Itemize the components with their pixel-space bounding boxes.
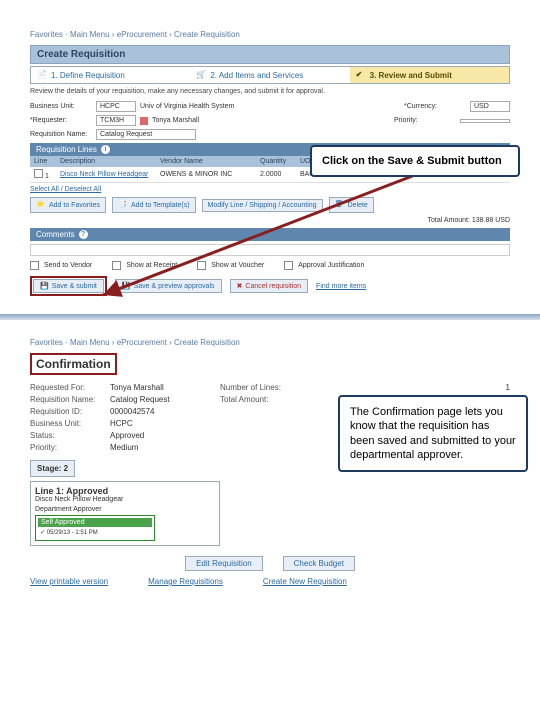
- line-title: Line 1: Approved: [35, 486, 215, 496]
- step-icon: 🛒: [196, 70, 206, 80]
- modify-line-button[interactable]: Modify Line / Shipping / Accounting: [202, 199, 323, 212]
- view-printable-link[interactable]: View printable version: [30, 577, 108, 586]
- show-receipt-label: Show at Receipt: [126, 262, 177, 269]
- add-template-button[interactable]: 📑Add to Template(s): [112, 197, 196, 213]
- save-preview-button[interactable]: 💾Save & preview approvals: [115, 279, 222, 293]
- total-label-b: Total Amount:: [220, 395, 310, 404]
- lookup-icon[interactable]: [140, 117, 148, 125]
- step-icon: 📄: [37, 70, 47, 80]
- reqname-label: Requisition Name:: [30, 131, 92, 138]
- priority-label-b: Priority:: [30, 443, 110, 452]
- vendor-name: OWENS & MINOR INC: [156, 169, 256, 180]
- show-voucher-label: Show at Voucher: [211, 262, 264, 269]
- status-label: Status:: [30, 431, 110, 440]
- row-checkbox[interactable]: [34, 169, 43, 178]
- bu-label: Business Unit:: [30, 103, 92, 110]
- bu-value: HCPC: [96, 101, 136, 112]
- page-title: Create Requisition: [30, 45, 510, 64]
- callout-confirmation: The Confirmation page lets you know that…: [338, 395, 528, 472]
- bu-desc: Univ of Virginia Health System: [140, 103, 234, 110]
- priority-select[interactable]: [460, 119, 510, 123]
- item-description[interactable]: Disco Neck Pillow Headgear: [56, 169, 156, 180]
- line-subtitle: Disco Neck Pillow Headgear: [35, 496, 215, 503]
- requester-name: Tonya Marshall: [152, 117, 199, 124]
- instruction-text: Review the details of your requisition, …: [30, 88, 510, 95]
- cancel-requisition-button[interactable]: ✖Cancel requisition: [230, 279, 309, 293]
- step-define[interactable]: 📄1. Define Requisition: [31, 67, 190, 83]
- requester-label: *Requester:: [30, 117, 92, 124]
- comments-header: Comments ?: [30, 228, 510, 241]
- trash-icon: 🗑: [335, 200, 345, 210]
- cancel-icon: ✖: [237, 282, 243, 290]
- callout-save-submit: Click on the Save & Submit button: [310, 145, 520, 177]
- comments-textarea[interactable]: [30, 244, 510, 256]
- edit-requisition-button[interactable]: Edit Requisition: [185, 556, 263, 571]
- total-label: Total Amount:: [427, 217, 469, 224]
- breadcrumb-bottom: Favorites · Main Menu › eProcurement › C…: [30, 338, 510, 347]
- stage-label: Stage: 2: [30, 460, 75, 477]
- req-id-label: Requisition ID:: [30, 407, 110, 416]
- save-icon: 💾: [40, 282, 49, 290]
- add-favorites-button[interactable]: ⭐Add to Favorites: [30, 197, 106, 213]
- currency-label: *Currency:: [404, 103, 466, 110]
- save-submit-button[interactable]: 💾Save & submit: [33, 279, 104, 293]
- bu-label-b: Business Unit:: [30, 419, 110, 428]
- step-icon: ✔: [356, 70, 366, 80]
- requester-value[interactable]: TCM3H: [96, 115, 136, 126]
- approval-checkbox[interactable]: [284, 261, 293, 270]
- bu-value-b: HCPC: [110, 419, 220, 428]
- num-lines-label: Number of Lines:: [220, 383, 310, 392]
- req-for-label: Requested For:: [30, 383, 110, 392]
- breadcrumb-top: Favorites · Main Menu › eProcurement › C…: [30, 30, 510, 39]
- confirmation-highlight: Confirmation: [30, 353, 117, 375]
- reqname-value[interactable]: Catalog Request: [96, 129, 196, 140]
- step-add-items[interactable]: 🛒2. Add Items and Services: [190, 67, 349, 83]
- star-icon: ⭐: [36, 200, 46, 210]
- approver-detail: ✓ 05/29/13 - 1:51 PM: [38, 527, 152, 538]
- approver-status: Self Approved: [38, 518, 152, 527]
- info-icon[interactable]: i: [101, 145, 110, 154]
- priority-label: Priority:: [394, 117, 456, 124]
- step-bar: 📄1. Define Requisition 🛒2. Add Items and…: [30, 66, 510, 84]
- template-icon: 📑: [118, 200, 128, 210]
- status-value: Approved: [110, 431, 220, 440]
- save-submit-highlight: 💾Save & submit: [30, 276, 107, 296]
- select-all-link[interactable]: Select All / Deselect All: [30, 186, 510, 193]
- show-receipt-checkbox[interactable]: [112, 261, 121, 270]
- approver-box: Self Approved ✓ 05/29/13 - 1:51 PM: [35, 515, 155, 541]
- help-icon[interactable]: ?: [79, 230, 88, 239]
- delete-button[interactable]: 🗑Delete: [329, 197, 374, 213]
- approval-label: Approval Justification: [298, 262, 364, 269]
- step-review[interactable]: ✔3. Review and Submit: [350, 67, 509, 83]
- total-value: 138.88 USD: [472, 217, 510, 224]
- quantity: 2.0000: [256, 169, 296, 180]
- req-name-value: Catalog Request: [110, 395, 220, 404]
- approval-line-box: Line 1: Approved Disco Neck Pillow Headg…: [30, 481, 220, 546]
- priority-value-b: Medium: [110, 443, 220, 452]
- dept-approver-label: Department Approver: [35, 506, 215, 513]
- req-for-value: Tonya Marshall: [110, 383, 220, 392]
- check-budget-button[interactable]: Check Budget: [283, 556, 355, 571]
- send-vendor-label: Send to Vendor: [44, 262, 92, 269]
- req-id-value: 0000042574: [110, 407, 220, 416]
- find-more-link[interactable]: Find more items: [316, 283, 366, 290]
- section-divider: [0, 314, 540, 320]
- num-lines-value: 1: [310, 383, 510, 392]
- currency-value[interactable]: USD: [470, 101, 510, 112]
- manage-requisitions-link[interactable]: Manage Requisitions: [148, 577, 223, 586]
- send-vendor-checkbox[interactable]: [30, 261, 39, 270]
- create-new-link[interactable]: Create New Requisition: [263, 577, 347, 586]
- save-icon: 💾: [122, 282, 131, 290]
- show-voucher-checkbox[interactable]: [197, 261, 206, 270]
- req-name-label: Requisition Name:: [30, 395, 110, 404]
- confirmation-title: Confirmation: [36, 357, 111, 371]
